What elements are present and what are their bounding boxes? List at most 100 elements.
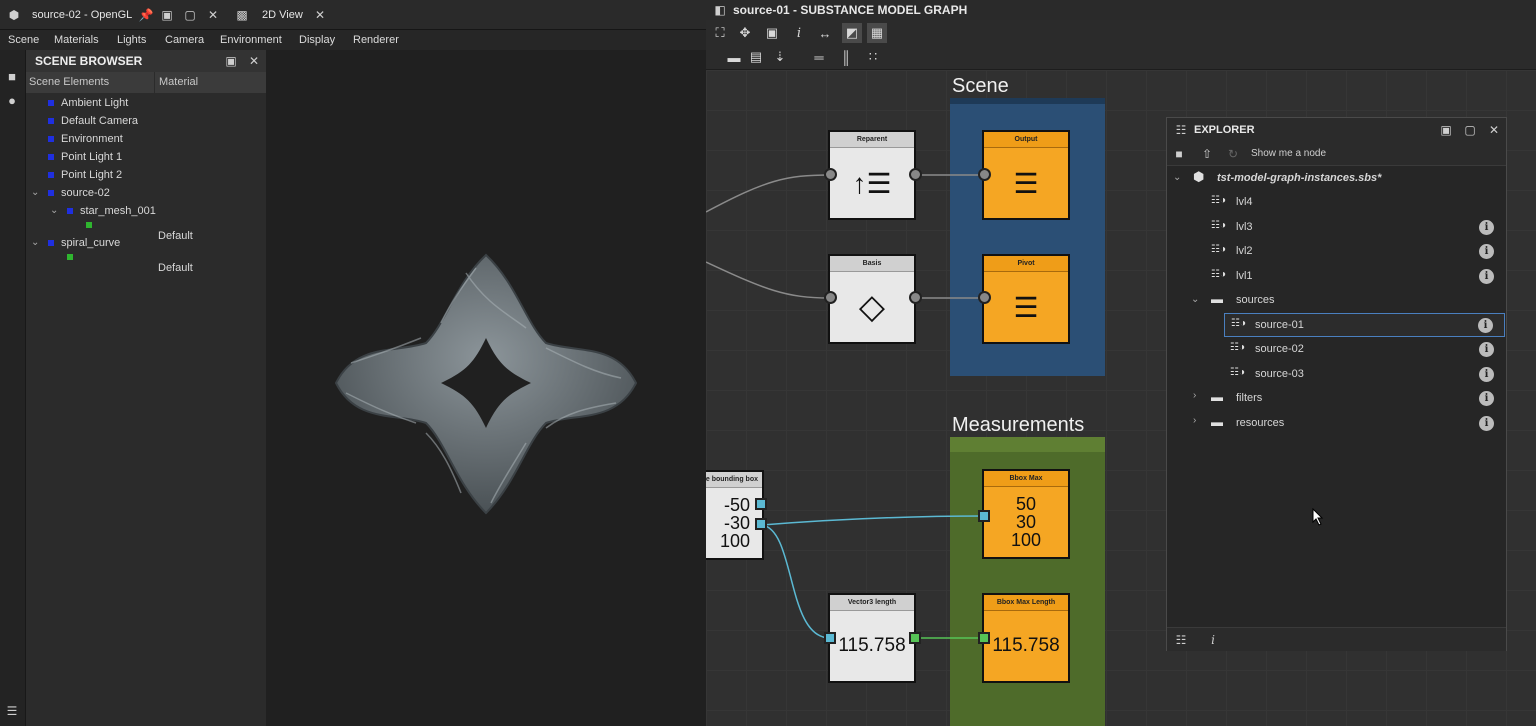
reload-icon[interactable]: ↻ (1225, 146, 1241, 162)
explorer-row-source-02[interactable]: ☷◑ source-02 i (1167, 337, 1506, 361)
node-reparent[interactable]: Reparent ↑☰ (828, 130, 916, 220)
node-pivot[interactable]: Pivot ☰ (982, 254, 1070, 344)
chevron-down-icon[interactable]: ⌄ (50, 202, 58, 220)
explorer-row-lvl3[interactable]: ☷◑ lvl3 i (1167, 215, 1506, 239)
align-horizontal-icon[interactable]: ═ (809, 47, 829, 67)
tree-item-environment[interactable]: Environment (26, 130, 266, 148)
align-vertical-icon[interactable]: ║ (836, 47, 856, 67)
info-icon[interactable]: i (1479, 269, 1494, 284)
link-icon[interactable]: ↔ (815, 23, 835, 43)
info-icon[interactable]: i (1478, 318, 1493, 333)
explorer-row-lvl2[interactable]: ☷◑ lvl2 i (1167, 239, 1506, 263)
light-bulb-icon[interactable]: ● (4, 92, 20, 108)
node-output[interactable]: Output ☰ (982, 130, 1070, 220)
menu-display[interactable]: Display (299, 30, 335, 50)
pan-icon[interactable]: ✥ (735, 23, 755, 43)
explorer-row-filters[interactable]: › ▬ filters i (1167, 386, 1506, 410)
node-bounding-box[interactable]: e bounding box -50 -30 100 (706, 470, 764, 560)
chevron-right-icon[interactable]: › (1193, 390, 1196, 401)
info-italic-icon[interactable]: i (789, 23, 809, 43)
chevron-down-icon[interactable]: ⌄ (31, 234, 39, 252)
tree-item-source-02[interactable]: ⌄ source-02 (26, 184, 266, 202)
menu-camera[interactable]: Camera (165, 30, 204, 50)
tree-item-star-mesh[interactable]: ⌄ star_mesh_001 (26, 202, 266, 220)
chevron-down-icon[interactable]: ⌄ (1173, 172, 1181, 183)
camera-icon[interactable]: ■ (4, 68, 20, 84)
input-port[interactable] (978, 632, 990, 644)
explorer-row-source-01-selected[interactable]: ☷◑ source-01 i (1224, 313, 1505, 337)
tree-item-spiral-curve[interactable]: ⌄ spiral_curve (26, 234, 266, 252)
input-port[interactable] (824, 632, 836, 644)
screenshot-camera-icon[interactable]: ▣ (762, 23, 782, 43)
menu-renderer[interactable]: Renderer (353, 30, 399, 50)
input-port[interactable] (978, 291, 991, 304)
column-material[interactable]: Material (159, 72, 198, 93)
input-port[interactable] (824, 168, 837, 181)
explorer-row-resources[interactable]: › ▬ resources i (1167, 411, 1506, 435)
output-port[interactable] (909, 632, 921, 644)
float-window-icon[interactable]: ▣ (159, 7, 175, 23)
close-icon[interactable]: ✕ (312, 7, 328, 23)
info-icon[interactable]: i (1479, 244, 1494, 259)
show-me-a-node-button[interactable]: Show me a node (1251, 148, 1326, 159)
explorer-row-lvl4[interactable]: ☷◑ lvl4 (1167, 190, 1506, 214)
maximize-icon[interactable]: ▢ (182, 7, 198, 23)
info-icon[interactable]: i (1479, 220, 1494, 235)
pin-icon[interactable]: ⇣ (770, 47, 790, 67)
float-panel-icon[interactable]: ▣ (1438, 122, 1454, 138)
menu-materials[interactable]: Materials (54, 30, 99, 50)
info-icon[interactable]: i (1479, 416, 1494, 431)
menu-environment[interactable]: Environment (220, 30, 282, 50)
explorer-row-lvl1[interactable]: ☷◑ lvl1 i (1167, 264, 1506, 288)
tree-item-material-default-2[interactable]: Default (26, 251, 266, 277)
column-scene-elements[interactable]: Scene Elements (29, 72, 155, 93)
node-bbox-max[interactable]: Bbox Max 50 30 100 (982, 469, 1070, 559)
frame-all-icon[interactable]: ⛶ (710, 23, 730, 43)
chevron-down-icon[interactable]: ⌄ (1191, 294, 1199, 305)
tree-item-default-camera[interactable]: Default Camera (26, 112, 266, 130)
tree-item-point-light-2[interactable]: Point Light 2 (26, 166, 266, 184)
node-basis[interactable]: Basis ◇ (828, 254, 916, 344)
float-panel-icon[interactable]: ▣ (223, 53, 239, 69)
menu-lights[interactable]: Lights (117, 30, 146, 50)
output-port[interactable] (909, 168, 922, 181)
menu-scene[interactable]: Scene (8, 30, 39, 50)
output-port[interactable] (909, 291, 922, 304)
info-icon[interactable]: i (1479, 367, 1494, 382)
tab-2d-view[interactable]: ▩ 2D View (234, 0, 302, 30)
close-icon[interactable]: ✕ (1486, 122, 1502, 138)
explorer-row-source-03[interactable]: ☷◑ source-03 i (1167, 362, 1506, 386)
close-icon[interactable]: ✕ (205, 7, 221, 23)
export-icon[interactable]: ⇧ (1199, 146, 1215, 162)
distribute-icon[interactable]: ∷ (863, 47, 883, 67)
snap-grid-icon[interactable]: ▦ (867, 23, 887, 43)
tree-icon[interactable]: ☰ (4, 703, 20, 719)
info-icon[interactable]: i (1479, 391, 1494, 406)
save-icon[interactable]: ■ (1171, 146, 1187, 162)
layout-icon[interactable]: ◩ (842, 23, 862, 43)
explorer-file-row[interactable]: ⌄ ⬢ tst-model-graph-instances.sbs* (1167, 166, 1506, 190)
node-vector3-length[interactable]: Vector3 length 115.758 (828, 593, 916, 683)
tree-item-ambient-light[interactable]: Ambient Light (26, 94, 266, 112)
output-port-max[interactable] (755, 498, 767, 510)
info-view-icon[interactable]: i (1205, 632, 1221, 648)
input-port[interactable] (824, 291, 837, 304)
close-icon[interactable]: ✕ (246, 53, 262, 69)
info-icon[interactable]: i (1479, 342, 1494, 357)
input-port[interactable] (978, 168, 991, 181)
comment-icon[interactable]: ▬ (724, 47, 744, 67)
chevron-down-icon[interactable]: ⌄ (31, 184, 39, 202)
node-bbox-max-length[interactable]: Bbox Max Length 115.758 (982, 593, 1070, 683)
graph-canvas[interactable]: Scene Measurements Reparent ↑☰ Basis ◇ O… (706, 70, 1536, 726)
chevron-right-icon[interactable]: › (1193, 415, 1196, 426)
output-port-min[interactable] (755, 518, 767, 530)
tree-view-icon[interactable]: ☷ (1173, 632, 1189, 648)
pin-icon[interactable]: 📌 (138, 7, 154, 23)
frame-icon[interactable]: ▤ (746, 47, 766, 67)
maximize-icon[interactable]: ▢ (1462, 122, 1478, 138)
tree-item-point-light-1[interactable]: Point Light 1 (26, 148, 266, 166)
explorer-row-sources[interactable]: ⌄ ▬ sources (1167, 288, 1506, 312)
tab-source-02-opengl[interactable]: ⬢ source-02 - OpenGL (6, 0, 133, 30)
input-port[interactable] (978, 510, 990, 522)
3d-viewport[interactable] (266, 50, 706, 726)
